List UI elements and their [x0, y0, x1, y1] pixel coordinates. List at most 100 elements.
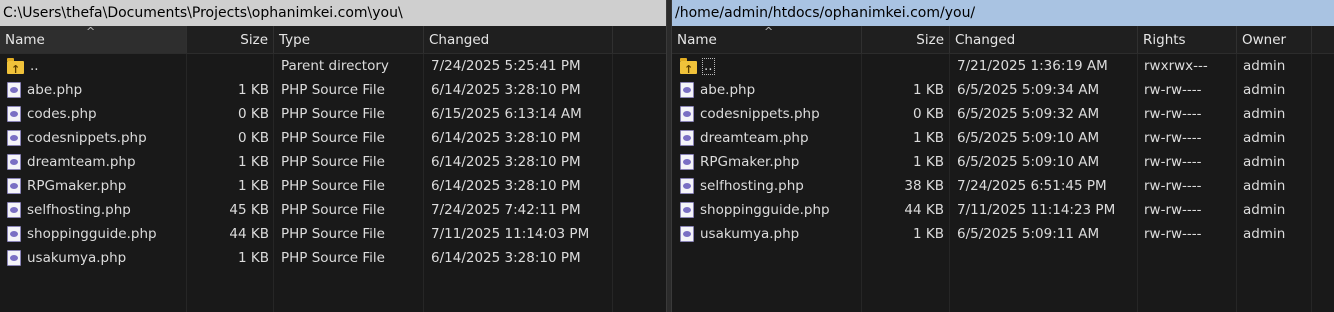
file-name-cell[interactable]: codesnippets.php [675, 102, 862, 126]
file-owner-cell: admin [1243, 154, 1286, 170]
parent-folder-icon [680, 57, 697, 78]
file-name-cell[interactable]: usakumya.php [675, 222, 862, 246]
file-size-cell: 1 KB [238, 250, 269, 266]
file-changed-cell: 6/5/2025 5:09:10 AM [957, 154, 1100, 170]
file-owner-cell: admin [1243, 130, 1286, 146]
file-owner-cell: admin [1243, 226, 1286, 242]
file-name: .. [30, 58, 39, 74]
remote-column-name-label: Name [677, 32, 717, 48]
remote-path-bar[interactable]: /home/admin/htdocs/ophanimkei.com/you/ [672, 0, 1334, 26]
file-owner-cell: admin [1243, 58, 1286, 74]
local-file-panel: C:\Users\thefa\Documents\Projects\ophani… [0, 0, 666, 312]
php-file-icon [7, 154, 21, 170]
local-column-size[interactable]: Size [187, 26, 274, 53]
file-type-cell: PHP Source File [281, 130, 385, 146]
file-changed-cell: 7/21/2025 1:36:19 AM [957, 58, 1108, 74]
local-column-type[interactable]: Type [274, 26, 424, 53]
file-name-cell[interactable]: RPGmaker.php [2, 174, 187, 198]
file-row[interactable]: codes.php 0 KB PHP Source File 6/15/2025 6:… [0, 102, 666, 126]
file-name: shoppingguide.php [27, 226, 157, 242]
file-changed-cell: 6/5/2025 5:09:34 AM [957, 82, 1100, 98]
file-name-cell[interactable]: shoppingguide.php [675, 198, 862, 222]
php-file-icon [7, 202, 21, 218]
file-size-cell: 1 KB [913, 130, 944, 146]
file-row[interactable]: selfhosting.php 38 KB 7/24/2025 6:51:45 PM… [672, 174, 1334, 198]
file-row[interactable]: codesnippets.php 0 KB PHP Source File 6/14/… [0, 126, 666, 150]
php-file-icon [680, 226, 694, 242]
sort-ascending-icon: ^ [764, 26, 774, 38]
file-name-cell[interactable]: dreamteam.php [675, 126, 862, 150]
php-file-icon [680, 154, 694, 170]
file-name-cell[interactable]: .. [675, 54, 862, 78]
local-path-bar[interactable]: C:\Users\thefa\Documents\Projects\ophani… [0, 0, 666, 26]
file-changed-cell: 6/5/2025 5:09:11 AM [957, 226, 1100, 242]
local-column-header: ^ Name Size Type Changed [0, 26, 666, 54]
remote-column-changed[interactable]: Changed [950, 26, 1138, 53]
php-file-icon [680, 130, 694, 146]
remote-column-size[interactable]: Size [862, 26, 950, 53]
file-name-cell[interactable]: abe.php [675, 78, 862, 102]
file-rights-cell: rw-rw---- [1144, 130, 1202, 146]
file-name-cell[interactable]: selfhosting.php [675, 174, 862, 198]
file-type-cell: Parent directory [281, 58, 389, 74]
local-column-changed[interactable]: Changed [424, 26, 613, 53]
file-rights-cell: rwxrwx--- [1144, 58, 1208, 74]
file-name-cell[interactable]: codesnippets.php [2, 126, 187, 150]
php-file-icon [680, 82, 694, 98]
file-type-cell: PHP Source File [281, 154, 385, 170]
parent-folder-icon [7, 57, 24, 78]
file-size-cell [187, 54, 274, 78]
php-file-icon [680, 178, 694, 194]
file-row[interactable]: dreamteam.php 1 KB 6/5/2025 5:09:10 AM rw-r… [672, 126, 1334, 150]
file-size-cell: 1 KB [913, 226, 944, 242]
file-row[interactable]: usakumya.php 1 KB 6/5/2025 5:09:11 AM rw-rw… [672, 222, 1334, 246]
file-size-cell: 44 KB [904, 202, 944, 218]
file-changed-cell: 6/14/2025 3:28:10 PM [431, 178, 581, 194]
file-name-cell[interactable]: dreamteam.php [2, 150, 187, 174]
file-name-cell[interactable]: abe.php [2, 78, 187, 102]
file-row[interactable]: selfhosting.php 45 KB PHP Source File 7/24/… [0, 198, 666, 222]
file-owner-cell: admin [1243, 106, 1286, 122]
file-row[interactable]: abe.php 1 KB PHP Source File 6/14/2025 3:28… [0, 78, 666, 102]
file-name-cell[interactable]: selfhosting.php [2, 198, 187, 222]
remote-column-filler [1312, 26, 1334, 53]
file-size-cell [862, 54, 949, 78]
file-name-cell[interactable]: usakumya.php [2, 246, 187, 270]
file-changed-cell: 6/14/2025 3:28:10 PM [431, 250, 581, 266]
file-name: dreamteam.php [27, 154, 136, 170]
file-size-cell: 0 KB [238, 106, 269, 122]
file-row[interactable]: RPGmaker.php 1 KB 6/5/2025 5:09:10 AM rw-rw… [672, 150, 1334, 174]
remote-column-name[interactable]: ^ Name [672, 26, 862, 53]
file-name-cell[interactable]: codes.php [2, 102, 187, 126]
file-row[interactable]: RPGmaker.php 1 KB PHP Source File 6/14/2025… [0, 174, 666, 198]
file-rights-cell: rw-rw---- [1144, 106, 1202, 122]
local-column-filler [613, 26, 666, 53]
php-file-icon [7, 226, 21, 242]
file-name: RPGmaker.php [700, 154, 800, 170]
remote-column-owner[interactable]: Owner [1237, 26, 1312, 53]
remote-file-list: .. 7/21/2025 1:36:19 AM rwxrwx--- admin abe.… [672, 54, 1334, 246]
remote-column-header: ^ Name Size Changed Rights Owner [672, 26, 1334, 54]
file-row[interactable]: usakumya.php 1 KB PHP Source File 6/14/2025… [0, 246, 666, 270]
local-column-name[interactable]: ^ Name [0, 26, 187, 53]
file-owner-cell: admin [1243, 178, 1286, 194]
file-name-cell[interactable]: shoppingguide.php [2, 222, 187, 246]
file-name-cell[interactable]: RPGmaker.php [675, 150, 862, 174]
php-file-icon [7, 106, 21, 122]
file-row[interactable]: shoppingguide.php 44 KB PHP Source File 7/1… [0, 222, 666, 246]
php-file-icon [7, 250, 21, 266]
file-row[interactable]: .. Parent directory 7/24/2025 5:25:41 PM [0, 54, 666, 78]
file-row[interactable]: .. 7/21/2025 1:36:19 AM rwxrwx--- admin [672, 54, 1334, 78]
remote-column-rights[interactable]: Rights [1138, 26, 1237, 53]
file-row[interactable]: shoppingguide.php 44 KB 7/11/2025 11:14:23… [672, 198, 1334, 222]
file-name-cell[interactable]: .. [2, 54, 187, 78]
file-size-cell: 1 KB [238, 82, 269, 98]
file-name: abe.php [27, 82, 83, 98]
file-row[interactable]: dreamteam.php 1 KB PHP Source File 6/14/202… [0, 150, 666, 174]
file-row[interactable]: codesnippets.php 0 KB 6/5/2025 5:09:32 AM r… [672, 102, 1334, 126]
file-rights-cell: rw-rw---- [1144, 154, 1202, 170]
remote-file-panel: /home/admin/htdocs/ophanimkei.com/you/ ^… [672, 0, 1334, 312]
file-rights-cell: rw-rw---- [1144, 178, 1202, 194]
php-file-icon [680, 202, 694, 218]
file-row[interactable]: abe.php 1 KB 6/5/2025 5:09:34 AM rw-rw---- a… [672, 78, 1334, 102]
